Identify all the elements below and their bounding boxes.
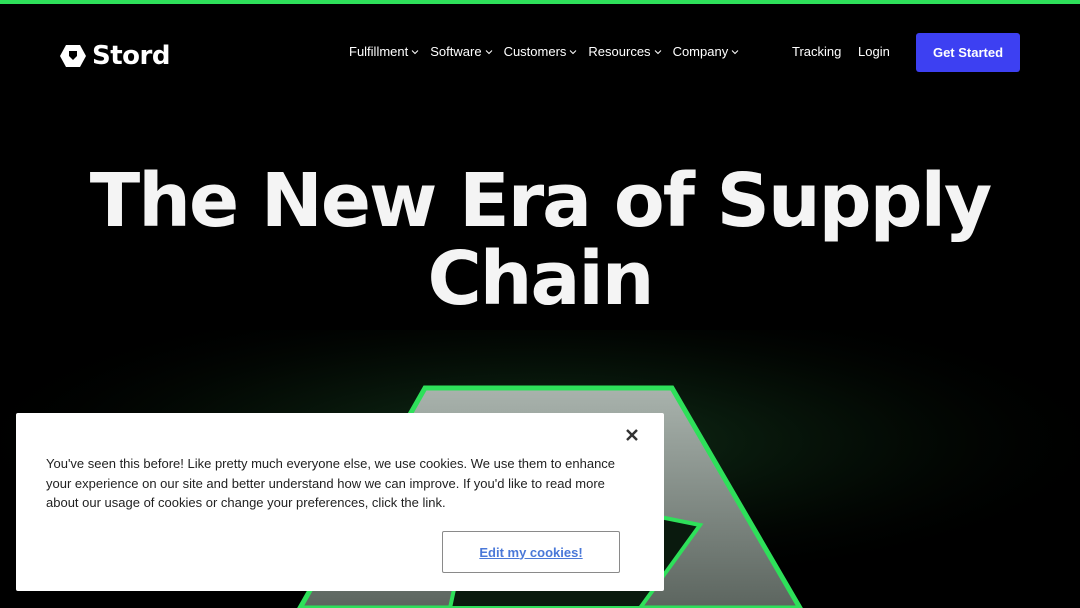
hero-title-line-1: The New Era of Supply — [89, 158, 992, 244]
hero-title: The New Era of Supply Chain — [40, 162, 1040, 318]
stord-logo[interactable]: Stord — [60, 42, 170, 70]
nav-item-resources[interactable]: Resources — [588, 43, 661, 61]
chevron-down-icon — [485, 50, 492, 55]
nav-item-label: Resources — [588, 44, 651, 59]
nav-item-customers[interactable]: Customers — [504, 43, 578, 61]
login-link[interactable]: Login — [858, 43, 890, 61]
cookie-message: You've seen this before! Like pretty muc… — [46, 456, 616, 510]
hexagon-cube-icon — [60, 44, 86, 68]
nav-item-label: Customers — [503, 44, 567, 59]
edit-cookies-button[interactable]: Edit my cookies! — [442, 531, 620, 573]
nav-item-label: Company — [672, 44, 729, 59]
logo-wordmark: Stord — [92, 41, 170, 71]
chevron-down-icon — [731, 50, 739, 55]
close-icon[interactable] — [624, 427, 640, 443]
cookie-consent-dialog: You've seen this before! Like pretty muc… — [16, 413, 664, 591]
hero-title-line-2: Chain — [427, 236, 655, 322]
nav-item-fulfillment[interactable]: Fulfillment — [349, 43, 419, 61]
chevron-down-icon — [411, 50, 419, 55]
nav-item-software[interactable]: Software — [430, 43, 492, 61]
nav-item-company[interactable]: Company — [673, 43, 740, 61]
chevron-down-icon — [570, 50, 577, 55]
main-nav: Fulfillment Software Customers Resources… — [349, 43, 750, 61]
nav-item-label: Software — [430, 44, 482, 59]
nav-item-label: Fulfillment — [349, 44, 409, 59]
tracking-link[interactable]: Tracking — [792, 43, 841, 61]
get-started-button[interactable]: Get Started — [916, 33, 1020, 72]
chevron-down-icon — [654, 50, 661, 55]
